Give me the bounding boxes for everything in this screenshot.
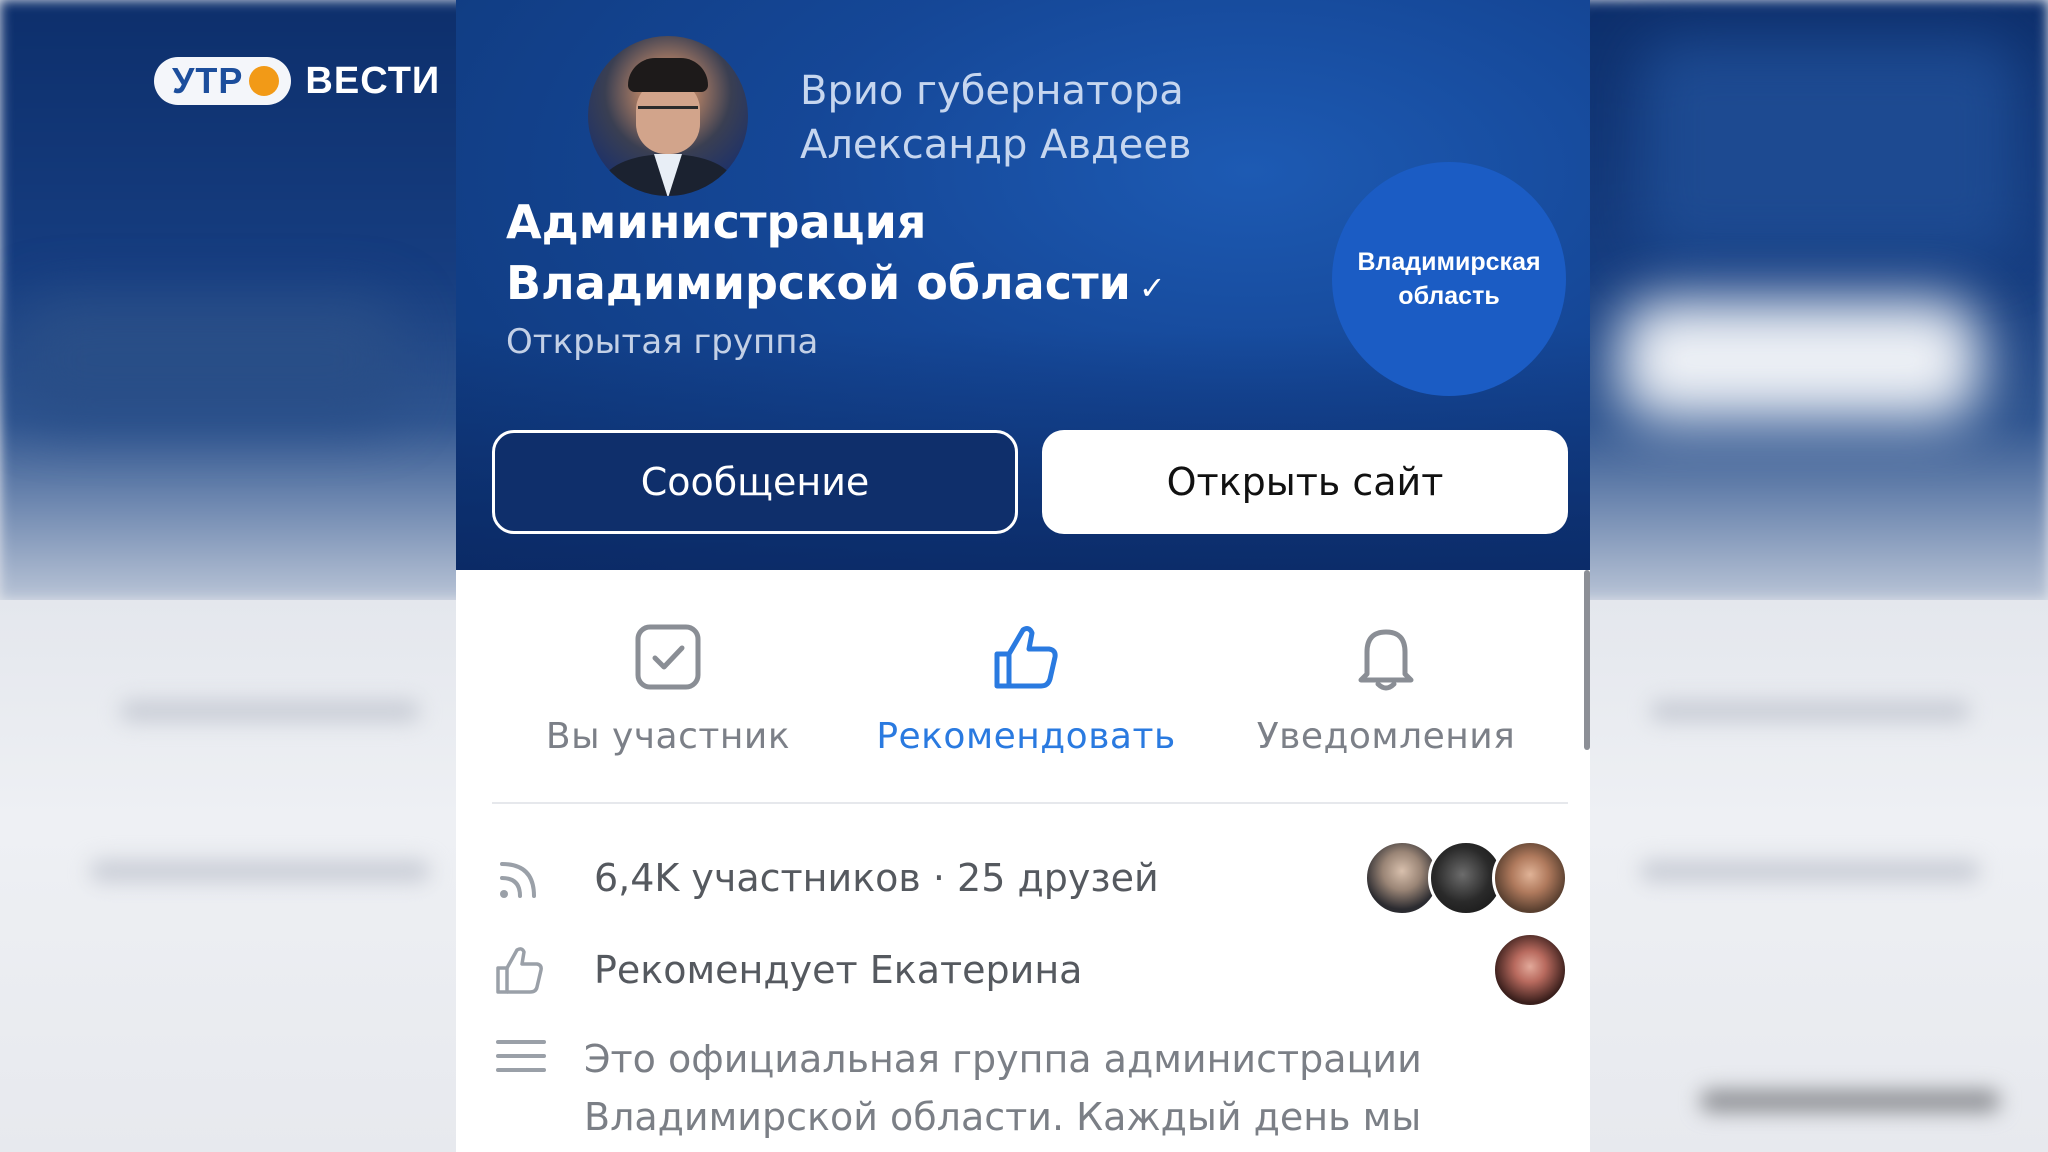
recommender-avatar-wrap (1492, 932, 1568, 1008)
sun-icon (249, 66, 280, 96)
text-lines-icon (496, 1040, 546, 1082)
verified-check-icon: ✓ (1138, 269, 1166, 307)
channel-logo-pill: УТР (154, 57, 292, 105)
recommender-avatar[interactable] (1492, 932, 1568, 1008)
cover-subtitle-line2: Александр Авдеев (800, 122, 1192, 168)
description-line1: Это официальная группа администрации (584, 1037, 1422, 1081)
group-title: Администрация Владимирской области ✓ (506, 192, 1266, 319)
region-badge: Владимирская область (1332, 162, 1566, 396)
recommend-action-label: Рекомендовать (876, 716, 1176, 757)
member-action[interactable]: Вы участник (488, 620, 848, 757)
notifications-action[interactable]: Уведомления (1206, 620, 1566, 757)
channel-logo: УТР ВЕСТИ (154, 56, 440, 106)
friends-avatars[interactable] (1364, 840, 1568, 916)
phone-screen: Врио губернатора Александр Авдеев Админи… (456, 0, 1590, 1152)
scrollbar[interactable] (1584, 570, 1590, 750)
bell-icon (1358, 629, 1414, 691)
group-type: Открытая группа (506, 322, 819, 362)
checkbox-icon (635, 624, 701, 690)
cover-subtitle: Врио губернатора Александр Авдеев (800, 64, 1192, 172)
rss-icon (500, 862, 536, 898)
channel-name: ВЕСТИ (305, 59, 441, 102)
recommends-row[interactable]: Рекомендует Екатерина (492, 932, 1568, 1008)
members-row[interactable]: 6,4K участников · 25 друзей (492, 840, 1568, 916)
group-title-line1: Администрация (506, 195, 927, 249)
notifications-action-label: Уведомления (1256, 716, 1516, 757)
divider (492, 802, 1568, 804)
recommended-by: Рекомендует Екатерина (594, 948, 1083, 992)
region-badge-line2: область (1398, 282, 1500, 310)
recommend-action[interactable]: Рекомендовать (846, 620, 1206, 757)
members-count: 6,4K участников · 25 друзей (594, 856, 1159, 900)
thumbs-up-icon (496, 947, 543, 994)
cover-subtitle-line1: Врио губернатора (800, 68, 1184, 114)
group-description: Это официальная группа администрации Вла… (584, 1030, 1544, 1146)
description-line2: Владимирской области. Каждый день мы (584, 1095, 1422, 1139)
open-site-button[interactable]: Открыть сайт (1042, 430, 1568, 534)
governor-avatar (588, 36, 748, 196)
message-button[interactable]: Сообщение (492, 430, 1018, 534)
region-badge-line1: Владимирская (1357, 248, 1541, 276)
group-title-line2: Владимирской области (506, 256, 1131, 310)
member-action-label: Вы участник (545, 716, 791, 757)
group-actions: Вы участник Рекомендовать Уведомления (456, 570, 1590, 800)
group-cover: Врио губернатора Александр Авдеев Админи… (456, 0, 1590, 570)
channel-logo-text: УТР (172, 60, 244, 101)
friend-avatar (1492, 840, 1568, 916)
thumbs-up-icon (994, 626, 1058, 689)
